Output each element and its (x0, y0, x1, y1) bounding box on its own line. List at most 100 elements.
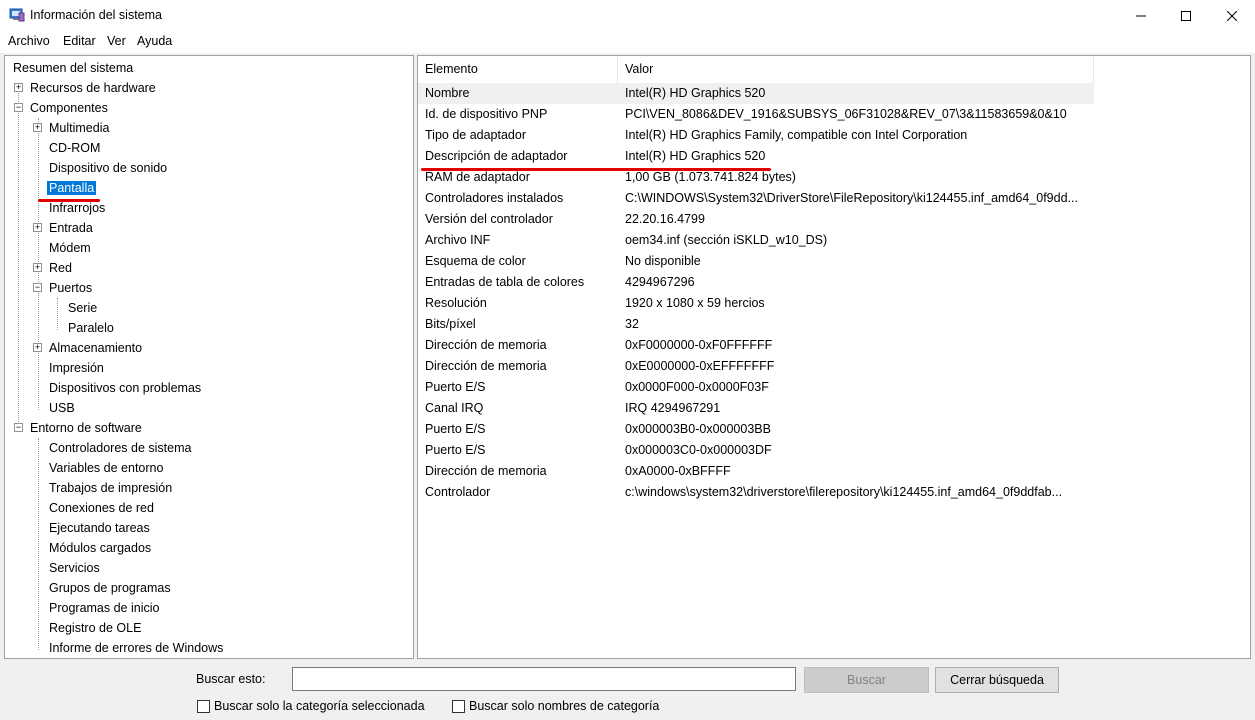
tree-node-dispositivo-de-sonido[interactable]: Dispositivo de sonido (47, 158, 169, 178)
tree-node-informe-de-errores[interactable]: Informe de errores de Windows (47, 638, 225, 658)
table-row[interactable]: Versión del controlador 22.20.16.4799 (418, 209, 1094, 230)
table-row[interactable]: Archivo INF oem34.inf (sección iSKLD_w10_… (418, 230, 1094, 251)
expand-icon[interactable]: + (33, 263, 42, 272)
tree-node-variables-de-entorno[interactable]: Variables de entorno (47, 458, 165, 478)
cell-valor: 0x0000F000-0x0000F03F (625, 380, 769, 394)
table-row[interactable]: Dirección de memoria 0xF0000000-0xF0FFFFF… (418, 335, 1094, 356)
tree-node-label: Entorno de software (30, 421, 142, 435)
checkbox-box[interactable] (452, 699, 465, 713)
table-row[interactable]: Resolución 1920 x 1080 x 59 hercios (418, 293, 1094, 314)
tree-node-grupos-de-programas[interactable]: Grupos de programas (47, 578, 173, 598)
tree-node-conexiones-de-red[interactable]: Conexiones de red (47, 498, 156, 518)
close-button[interactable] (1209, 0, 1255, 31)
tree-node-label: Registro de OLE (49, 621, 142, 635)
tree-node-label: Controladores de sistema (49, 441, 192, 455)
expand-icon[interactable]: + (33, 223, 42, 232)
category-tree[interactable]: Resumen del sistema + Recursos de hardwa… (4, 55, 414, 659)
collapse-icon[interactable]: − (14, 103, 23, 112)
tree-node-servicios[interactable]: Servicios (47, 558, 102, 578)
search-input[interactable] (292, 667, 796, 691)
cell-valor: IRQ 4294967291 (625, 401, 721, 415)
window-title: Información del sistema (30, 8, 163, 22)
table-row[interactable]: Puerto E/S 0x000003C0-0x000003DF (418, 440, 1094, 461)
menu-editar[interactable]: Editar (63, 34, 96, 48)
tree-node-modem[interactable]: Módem (47, 238, 93, 258)
cell-valor: Intel(R) HD Graphics 520 (625, 149, 766, 163)
tree-node-dispositivos-con-problemas[interactable]: Dispositivos con problemas (47, 378, 203, 398)
table-row[interactable]: Puerto E/S 0x000003B0-0x000003BB (418, 419, 1094, 440)
tree-node-registro-de-ole[interactable]: Registro de OLE (47, 618, 143, 638)
tree-node-infrarrojos[interactable]: Infrarrojos (47, 198, 107, 218)
close-search-button[interactable]: Cerrar búsqueda (935, 667, 1059, 693)
collapse-icon[interactable]: − (14, 423, 23, 432)
table-row[interactable]: Canal IRQ IRQ 4294967291 (418, 398, 1094, 419)
table-row[interactable]: Puerto E/S 0x0000F000-0x0000F03F (418, 377, 1094, 398)
search-label: Buscar esto: (196, 672, 266, 686)
tree-connector (18, 86, 19, 428)
collapse-icon[interactable]: − (33, 283, 42, 292)
details-list[interactable]: Elemento Valor Nombre Intel(R) HD Graphic… (417, 55, 1251, 659)
table-row[interactable]: Dirección de memoria 0xA0000-0xBFFFF (418, 461, 1094, 482)
tree-node-label: Conexiones de red (49, 501, 154, 515)
column-header-valor[interactable]: Valor (618, 56, 1094, 83)
close-icon (1227, 10, 1237, 21)
tree-node-serie[interactable]: Serie (66, 298, 99, 318)
tree-node-label: Trabajos de impresión (49, 481, 173, 495)
checkbox-category-names[interactable]: Buscar solo nombres de categoría (452, 699, 659, 713)
search-button[interactable]: Buscar (804, 667, 929, 693)
tree-node-label: Módulos cargados (49, 541, 152, 555)
cell-elemento: Dirección de memoria (425, 359, 547, 373)
expand-icon[interactable]: + (14, 83, 23, 92)
expand-icon[interactable]: + (33, 343, 42, 352)
cell-elemento: Puerto E/S (425, 422, 486, 436)
cell-elemento: Dirección de memoria (425, 464, 547, 478)
table-row[interactable]: Descripción de adaptador Intel(R) HD Grap… (418, 146, 1094, 167)
minimize-button[interactable] (1118, 0, 1164, 31)
tree-node-label: Informe de errores de Windows (49, 641, 224, 655)
checkbox-label: Buscar solo la categoría seleccionada (214, 699, 425, 713)
menu-bar: Archivo Editar Ver Ayuda (0, 31, 1255, 53)
tree-node-ejecutando-tareas[interactable]: Ejecutando tareas (47, 518, 152, 538)
tree-node-label: Programas de inicio (49, 601, 160, 615)
cell-valor: 0x000003B0-0x000003BB (625, 422, 771, 436)
cell-valor: 1920 x 1080 x 59 hercios (625, 296, 765, 310)
tree-node-usb[interactable]: USB (47, 398, 77, 418)
tree-node-label: Red (49, 261, 72, 275)
table-row[interactable]: Controlador c:\windows\system32\driversto… (418, 482, 1094, 503)
tree-root[interactable]: Resumen del sistema (11, 58, 135, 78)
cell-valor: c:\windows\system32\driverstore\filerepo… (625, 485, 1063, 499)
table-row[interactable]: Controladores instalados C:\WINDOWS\Syste… (418, 188, 1094, 209)
tree-node-cd-rom[interactable]: CD-ROM (47, 138, 102, 158)
tree-node-label: Impresión (49, 361, 104, 375)
menu-ayuda[interactable]: Ayuda (137, 34, 172, 48)
column-header-elemento[interactable]: Elemento (418, 56, 618, 83)
tree-node-modulos-cargados[interactable]: Módulos cargados (47, 538, 153, 558)
tree-node-controladores-de-sistema[interactable]: Controladores de sistema (47, 438, 193, 458)
cell-elemento: Bits/píxel (425, 317, 476, 331)
cell-valor: oem34.inf (sección iSKLD_w10_DS) (625, 233, 828, 247)
table-row[interactable]: Entradas de tabla de colores 4294967296 (418, 272, 1094, 293)
tree-node-programas-de-inicio[interactable]: Programas de inicio (47, 598, 161, 618)
checkbox-box[interactable] (197, 699, 210, 713)
table-row[interactable]: Nombre Intel(R) HD Graphics 520 (418, 83, 1094, 104)
tree-node-paralelo[interactable]: Paralelo (66, 318, 116, 338)
menu-ver[interactable]: Ver (107, 34, 126, 48)
checkbox-label: Buscar solo nombres de categoría (469, 699, 660, 713)
table-row[interactable]: Tipo de adaptador Intel(R) HD Graphics Fa… (418, 125, 1094, 146)
expand-icon[interactable]: + (33, 123, 42, 132)
cell-elemento: Puerto E/S (425, 380, 486, 394)
table-row[interactable]: Bits/píxel 32 (418, 314, 1094, 335)
checkbox-selected-category[interactable]: Buscar solo la categoría seleccionada (197, 699, 425, 713)
tree-node-trabajos-de-impresion[interactable]: Trabajos de impresión (47, 478, 174, 498)
annotation-underline (421, 168, 771, 171)
table-row[interactable]: Id. de dispositivo PNP PCI\VEN_8086&DEV_1… (418, 104, 1094, 125)
menu-archivo[interactable]: Archivo (8, 34, 50, 48)
cell-elemento: Entradas de tabla de colores (425, 275, 585, 289)
maximize-button[interactable] (1163, 0, 1209, 31)
table-row[interactable]: Dirección de memoria 0xE0000000-0xEFFFFFF… (418, 356, 1094, 377)
tree-node-pantalla[interactable]: Pantalla (47, 178, 97, 198)
tree-node-label: Componentes (30, 101, 108, 115)
table-row[interactable]: Esquema de color No disponible (418, 251, 1094, 272)
tree-node-impresion[interactable]: Impresión (47, 358, 106, 378)
cell-valor: 0xF0000000-0xF0FFFFFF (625, 338, 773, 352)
